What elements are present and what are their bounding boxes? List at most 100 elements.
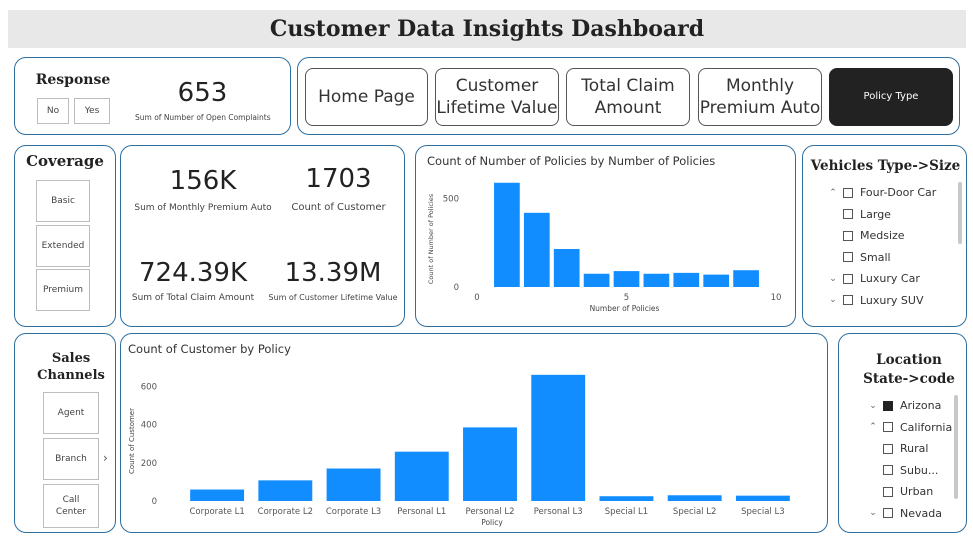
checkbox[interactable] (843, 295, 853, 305)
bar (523, 212, 550, 287)
nav-policy-type-button[interactable]: Policy Type (829, 68, 953, 126)
chevron-down-icon[interactable]: ⌄ (867, 401, 879, 411)
bar (703, 274, 730, 287)
sales-option-branch[interactable]: Branch (43, 438, 99, 480)
bar (643, 273, 670, 287)
tree-item[interactable]: Rural (883, 442, 928, 455)
chevron-down-icon[interactable]: ⌄ (867, 508, 879, 518)
bar (394, 451, 449, 501)
kpi-customer-count-value: 1703 (305, 164, 372, 194)
checkbox[interactable] (883, 508, 893, 518)
checkbox[interactable] (843, 209, 853, 219)
response-option-yes[interactable]: Yes (74, 98, 110, 124)
coverage-option-basic[interactable]: Basic (36, 180, 90, 222)
x-tick-label: Personal L1 (397, 507, 446, 517)
nav-home-page-button[interactable]: Home Page (305, 68, 428, 126)
chevron-right-icon[interactable]: › (103, 451, 108, 465)
x-tick-label: Personal L3 (534, 507, 583, 517)
bar (553, 249, 580, 287)
nav-monthly-premium-auto-button[interactable]: Monthly Premium Auto (698, 68, 822, 126)
y-tick-label: 0 (454, 283, 459, 293)
tree-item[interactable]: ⌄ Luxury SUV (827, 294, 923, 307)
kpi-lifetime-value-label: Sum of Customer Lifetime Value (268, 293, 398, 302)
sales-option-call-center[interactable]: Call Center (43, 484, 99, 528)
policies-chart-card: Count of Number of Policies by Number of… (415, 145, 796, 327)
tree-item[interactable]: ⌄ Nevada (867, 507, 942, 520)
checkbox[interactable] (883, 486, 893, 497)
location-card: Location State->code ⌄ Arizona ⌃ California… (838, 333, 967, 533)
y-tick-label: 600 (141, 382, 157, 392)
x-tick-label: Corporate L1 (189, 507, 244, 517)
kpi-monthly-premium-label: Sum of Monthly Premium Auto (134, 203, 272, 213)
tree-item-label: Urban (900, 485, 934, 498)
kpi-total-claim-label: Sum of Total Claim Amount (131, 293, 255, 303)
x-tick-label: 10 (771, 293, 782, 303)
y-tick-label: 500 (443, 195, 459, 205)
tree-item-label: Medsize (860, 229, 905, 242)
kpi-customer-count-label: Count of Customer (291, 202, 386, 213)
checkbox[interactable] (883, 422, 893, 432)
response-option-no[interactable]: No (37, 98, 69, 124)
policies-bar-chart: 0 5 10 0 500 Number of Policies Count of Numbe… (427, 182, 782, 313)
chevron-down-icon[interactable]: ⌄ (827, 274, 839, 284)
tree-item[interactable]: ⌃ California (867, 421, 952, 434)
tree-item[interactable]: ⌄ Luxury Car (827, 272, 920, 285)
tree-item[interactable]: Small (843, 251, 891, 264)
checkbox[interactable] (843, 230, 853, 241)
coverage-option-premium[interactable]: Premium (36, 269, 90, 311)
kpi-card: 156K Sum of Monthly Premium Auto 1703 Co… (120, 145, 405, 327)
checkbox[interactable] (883, 400, 893, 411)
chevron-down-icon[interactable]: ⌄ (827, 295, 839, 305)
y-axis-label: Count of Customer (128, 408, 136, 474)
nav-total-claim-amount-button[interactable]: Total Claim Amount (566, 68, 690, 126)
x-tick-label: Personal L2 (466, 507, 515, 517)
checkbox[interactable] (843, 273, 853, 284)
coverage-option-extended[interactable]: Extended (36, 225, 90, 267)
bar (258, 480, 313, 501)
checkbox[interactable] (843, 252, 853, 262)
policies-chart-title: Count of Number of Policies by Number of… (427, 154, 716, 168)
x-tick-label: Special L3 (741, 507, 784, 517)
location-scrollbar[interactable] (954, 395, 958, 499)
bar (494, 182, 520, 287)
tree-item-label: Luxury Car (860, 272, 920, 285)
y-axis-label: Count of Number of Policies (427, 193, 435, 284)
tree-item-label: Luxury SUV (860, 293, 924, 307)
checkbox[interactable] (883, 443, 893, 454)
vehicles-scrollbar[interactable] (958, 182, 962, 244)
bar (735, 495, 790, 501)
chevron-up-icon[interactable]: ⌃ (827, 188, 839, 198)
open-complaints-value: 653 (177, 78, 228, 108)
sales-option-agent[interactable]: Agent (43, 392, 99, 434)
y-tick-label: 0 (152, 497, 157, 507)
coverage-card: Coverage Basic Extended Premium (14, 145, 116, 327)
checkbox[interactable] (843, 187, 853, 198)
vehicles-title: Vehicles Type->Size (810, 158, 961, 174)
bar (190, 489, 245, 501)
kpi-total-claim-value: 724.39K (138, 258, 248, 288)
tree-item[interactable]: Medsize (843, 229, 905, 242)
bar (599, 496, 654, 501)
x-tick-label: Special L1 (605, 507, 648, 517)
dashboard-title: Customer Data Insights Dashboard (8, 10, 966, 48)
customer-policy-chart-card: Count of Customer by Policy Corporate L1… (120, 333, 828, 533)
coverage-title: Coverage (26, 152, 104, 170)
tree-item-label: Four-Door Car (860, 186, 937, 199)
customer-policy-bar-chart: Corporate L1 Corporate L2 Corporate L3 Pers… (128, 374, 790, 527)
tree-item[interactable]: ⌃ Four-Door Car (827, 186, 936, 199)
x-tick-label: Corporate L2 (258, 507, 313, 517)
tree-item[interactable]: ⌄ Arizona (867, 399, 941, 412)
y-tick-label: 200 (141, 459, 157, 469)
chevron-up-icon[interactable]: ⌃ (867, 422, 879, 432)
y-tick-label: 400 (141, 421, 157, 431)
sales-channels-title: Sales Channels (37, 351, 105, 383)
tree-item[interactable]: Large (843, 208, 891, 221)
tree-item-label: Arizona (900, 399, 942, 412)
open-complaints-label: Sum of Number of Open Complaints (135, 113, 271, 122)
kpi-lifetime-value-value: 13.39M (284, 258, 382, 288)
response-title: Response (35, 72, 111, 88)
checkbox[interactable] (883, 465, 893, 475)
nav-customer-lifetime-value-button[interactable]: Customer Lifetime Value (435, 68, 559, 126)
tree-item[interactable]: Urban (883, 485, 933, 498)
tree-item[interactable]: Subu... (883, 464, 938, 477)
